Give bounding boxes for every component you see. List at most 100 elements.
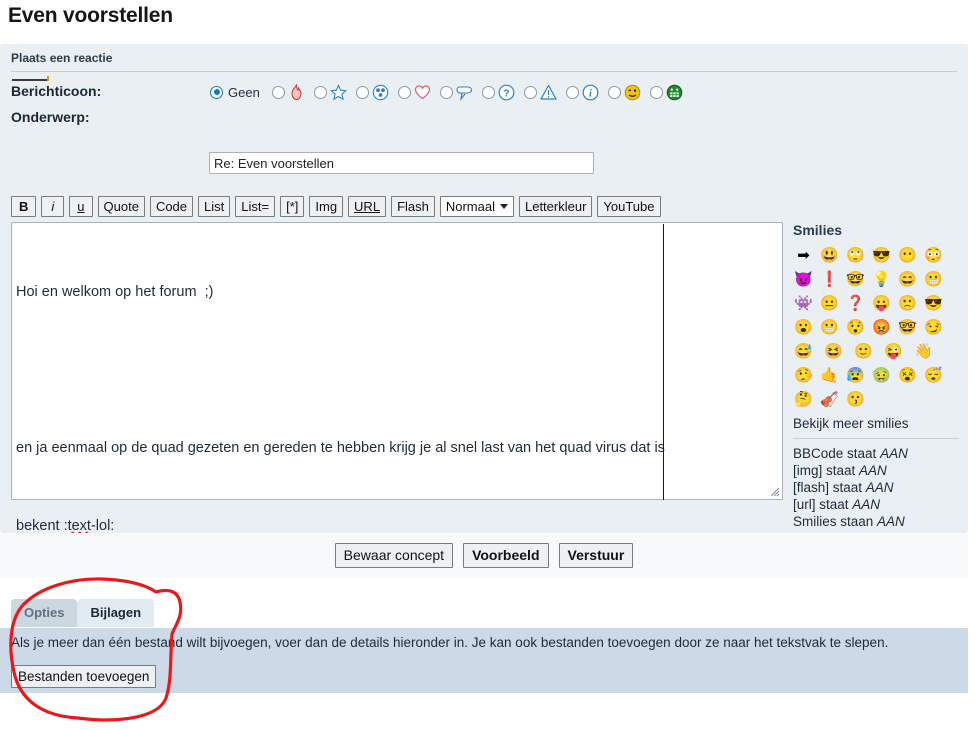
bbcode-status-line-4: Smilies staan AAN [793, 514, 905, 529]
smiley-0[interactable]: ➡ [793, 244, 814, 268]
smiley-37[interactable]: 😗 [845, 388, 866, 412]
preview-button[interactable]: Voorbeeld [463, 542, 549, 568]
smiley-3[interactable]: 😎 [871, 244, 892, 268]
smiley-6[interactable]: 😈 [793, 268, 814, 292]
smiley-16[interactable]: 🙁 [897, 292, 918, 316]
smiley-13[interactable]: 😐 [819, 292, 840, 316]
smiley-4[interactable]: 😶 [897, 244, 918, 268]
radio-klaver[interactable] [355, 85, 369, 99]
message-textarea-wrap[interactable]: Hoi en welkom op het forum ;) en ja eenm… [11, 222, 783, 690]
radio-groen[interactable] [649, 85, 663, 99]
radio-knipoog[interactable] [607, 85, 621, 99]
font-color-button[interactable]: Letterkleur [518, 196, 593, 217]
message-line-2a: en ja eenmaal op de quad gezeten en gere… [16, 440, 665, 456]
bbcode-toolbar[interactable]: Bi u Quote Code List List= [*] Img URL Flash Norm… [11, 196, 661, 217]
message-icon-radio-group[interactable]: Geen? i [210, 81, 692, 103]
smiley-26[interactable]: 🙂 [853, 340, 874, 364]
message-icon-option-knipoog[interactable] [607, 84, 641, 101]
radio-waarschuwing[interactable] [523, 85, 537, 99]
message-icon-option-vraag[interactable]: ? [481, 84, 515, 101]
smiley-28[interactable]: 👋 [913, 340, 934, 364]
smiley-22[interactable]: 🤓 [897, 316, 918, 340]
add-files-button[interactable]: Bestanden toevoegen [11, 665, 157, 688]
smiley-1[interactable]: 😃 [819, 244, 840, 268]
smiley-21[interactable]: 😡 [871, 316, 892, 340]
resize-handle-icon[interactable] [768, 485, 780, 497]
smiley-32[interactable]: 🤢 [871, 364, 892, 388]
smiley-15[interactable]: 😛 [871, 292, 892, 316]
smiley-8[interactable]: 🤓 [845, 268, 866, 292]
smiley-30[interactable]: 🤙 [819, 364, 840, 388]
radio-hart[interactable] [397, 85, 411, 99]
message-icon-option-groen[interactable] [649, 84, 683, 101]
radio-ballon[interactable] [439, 85, 453, 99]
message-icon-label: Berichticoon: [11, 83, 102, 99]
smiley-12[interactable]: 👾 [793, 292, 814, 316]
message-icon-option-geen[interactable]: Geen [210, 85, 260, 100]
message-icon-option-hart[interactable] [397, 84, 431, 101]
message-icon-option-klaver[interactable] [355, 84, 389, 101]
message-icon-option-info[interactable]: i [565, 84, 599, 101]
smiley-25[interactable]: 😆 [823, 340, 844, 364]
smiley-29[interactable]: 🤥 [793, 364, 814, 388]
save-draft-button[interactable]: Bewaar concept [334, 542, 454, 568]
smiley-10[interactable]: 😄 [897, 268, 918, 292]
tab-bijlagen[interactable]: Bijlagen [77, 599, 155, 627]
page-root: Even voorstellen Plaats een reactie Beri… [0, 0, 975, 730]
bb-list-item-button[interactable]: [*] [280, 196, 305, 217]
message-textarea[interactable]: Hoi en welkom op het forum ;) en ja eenm… [11, 222, 783, 690]
smilies-row: 😅 😆 🙂 😜 👋 [793, 340, 959, 364]
bb-quote-button[interactable]: Quote [97, 196, 145, 217]
smilies-grid[interactable]: ➡ 😃 🙄 😎 😶 😳 😈 ❗ 🤓 💡 😄 😬 👾 😐 ❓ 😛 🙁 😎 😮 😬 😯 😡 🤓 😏 😅 😆 🙂 😜 👋 🤥 🤙 😰 🤢 😵 😴 🤔 🎻 😗 [793, 244, 959, 412]
smiley-35[interactable]: 🤔 [793, 388, 814, 412]
bb-img-button[interactable]: Img [309, 196, 344, 217]
font-size-select[interactable]: Normaal [439, 196, 514, 217]
smiley-17[interactable]: 😎 [923, 292, 944, 316]
smiley-19[interactable]: 😬 [819, 316, 840, 340]
message-icon-label-geen: Geen [228, 84, 260, 100]
message-icon-option-waarschuwing[interactable] [523, 84, 557, 101]
smiley-14[interactable]: ❓ [845, 292, 866, 316]
bb-list-button[interactable]: List [198, 196, 231, 217]
smiley-20[interactable]: 😯 [845, 316, 866, 340]
bb-underline-button[interactable]: u [69, 196, 93, 217]
more-smilies-link[interactable]: Bekijk meer smilies [793, 416, 959, 431]
smiley-33[interactable]: 😵 [897, 364, 918, 388]
smiley-18[interactable]: 😮 [793, 316, 814, 340]
radio-ster[interactable] [313, 85, 327, 99]
smiley-36[interactable]: 🎻 [819, 388, 840, 412]
smiley-9[interactable]: 💡 [871, 268, 892, 292]
chevron-down-icon [499, 204, 508, 209]
clover-icon [372, 84, 389, 100]
smilies-row: ➡ 😃 🙄 😎 😶 😳 [793, 244, 959, 268]
message-icon-option-vuur[interactable] [271, 83, 305, 101]
attachments-note: Als je meer dan één bestand wilt bijvoeg… [11, 635, 889, 650]
bb-list-eq-button[interactable]: List= [235, 196, 276, 217]
bb-italic-button[interactable]: i [41, 196, 65, 217]
smiley-2[interactable]: 🙄 [845, 244, 866, 268]
message-icon-option-ster[interactable] [313, 83, 347, 101]
smiley-5[interactable]: 😳 [923, 244, 944, 268]
smiley-23[interactable]: 😏 [923, 316, 944, 340]
radio-info[interactable] [565, 85, 579, 99]
smiley-34[interactable]: 😴 [923, 364, 944, 388]
youtube-button[interactable]: YouTube [597, 196, 661, 217]
smiley-11[interactable]: 😬 [923, 268, 944, 292]
options-tabs[interactable]: Opties Bijlagen [11, 599, 155, 627]
smiley-24[interactable]: 😅 [793, 340, 814, 364]
radio-vuur[interactable] [271, 85, 285, 99]
smiley-27[interactable]: 😜 [883, 340, 904, 364]
submit-button[interactable]: Verstuur [558, 542, 634, 568]
smiley-31[interactable]: 😰 [845, 364, 866, 388]
bb-bold-button[interactable]: B [11, 196, 37, 217]
smiley-7[interactable]: ❗ [819, 268, 840, 292]
tab-opties[interactable]: Opties [11, 599, 78, 627]
bb-code-button[interactable]: Code [149, 196, 194, 217]
message-icon-option-ballon[interactable] [439, 84, 473, 101]
radio-vraag[interactable] [481, 85, 495, 99]
radio-geen[interactable] [210, 85, 223, 99]
bb-url-button[interactable]: URL [348, 196, 387, 217]
smilies-divider [793, 438, 959, 439]
subject-input[interactable] [209, 152, 594, 174]
bb-flash-button[interactable]: Flash [391, 196, 435, 217]
